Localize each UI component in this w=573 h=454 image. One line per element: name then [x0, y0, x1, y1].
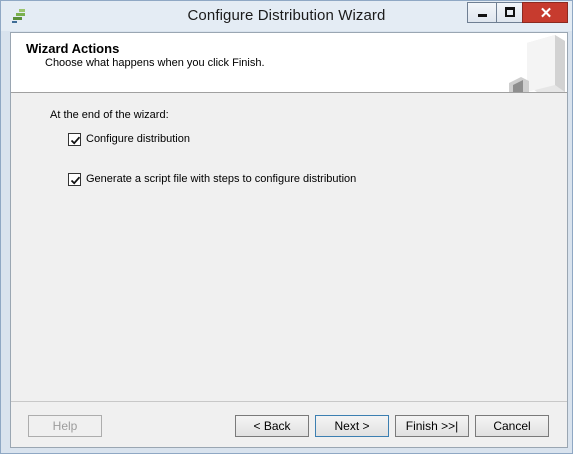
wizard-window: Configure Distribution Wizard ✕ Wizard A… [0, 0, 573, 454]
configure-distribution-checkbox[interactable] [68, 133, 81, 146]
close-icon: ✕ [539, 5, 553, 22]
minimize-button[interactable] [467, 2, 496, 23]
wizard-client-area: Wizard Actions Choose what happens when … [10, 32, 568, 448]
maximize-button[interactable] [496, 2, 523, 23]
actions-group-label: At the end of the wizard: [50, 109, 169, 121]
maximize-icon [505, 7, 515, 17]
finish-button[interactable]: Finish >>| [395, 415, 469, 437]
back-button[interactable]: < Back [235, 415, 309, 437]
footer-divider [11, 401, 567, 402]
help-button[interactable]: Help [28, 415, 102, 437]
checkmark-icon [70, 136, 81, 145]
page-subtitle: Choose what happens when you click Finis… [45, 57, 265, 69]
configure-distribution-label: Configure distribution [86, 133, 190, 145]
close-button[interactable]: ✕ [522, 2, 568, 23]
server-graphic-icon [507, 33, 567, 92]
generate-script-label: Generate a script file with steps to con… [86, 173, 357, 185]
next-button[interactable]: Next > [315, 415, 389, 437]
wizard-header: Wizard Actions Choose what happens when … [11, 33, 567, 93]
cancel-button[interactable]: Cancel [475, 415, 549, 437]
page-title: Wizard Actions [26, 41, 120, 56]
minimize-icon [478, 14, 487, 17]
generate-script-checkbox[interactable] [68, 173, 81, 186]
title-bar[interactable]: Configure Distribution Wizard ✕ [1, 1, 572, 31]
checkmark-icon [70, 176, 81, 185]
